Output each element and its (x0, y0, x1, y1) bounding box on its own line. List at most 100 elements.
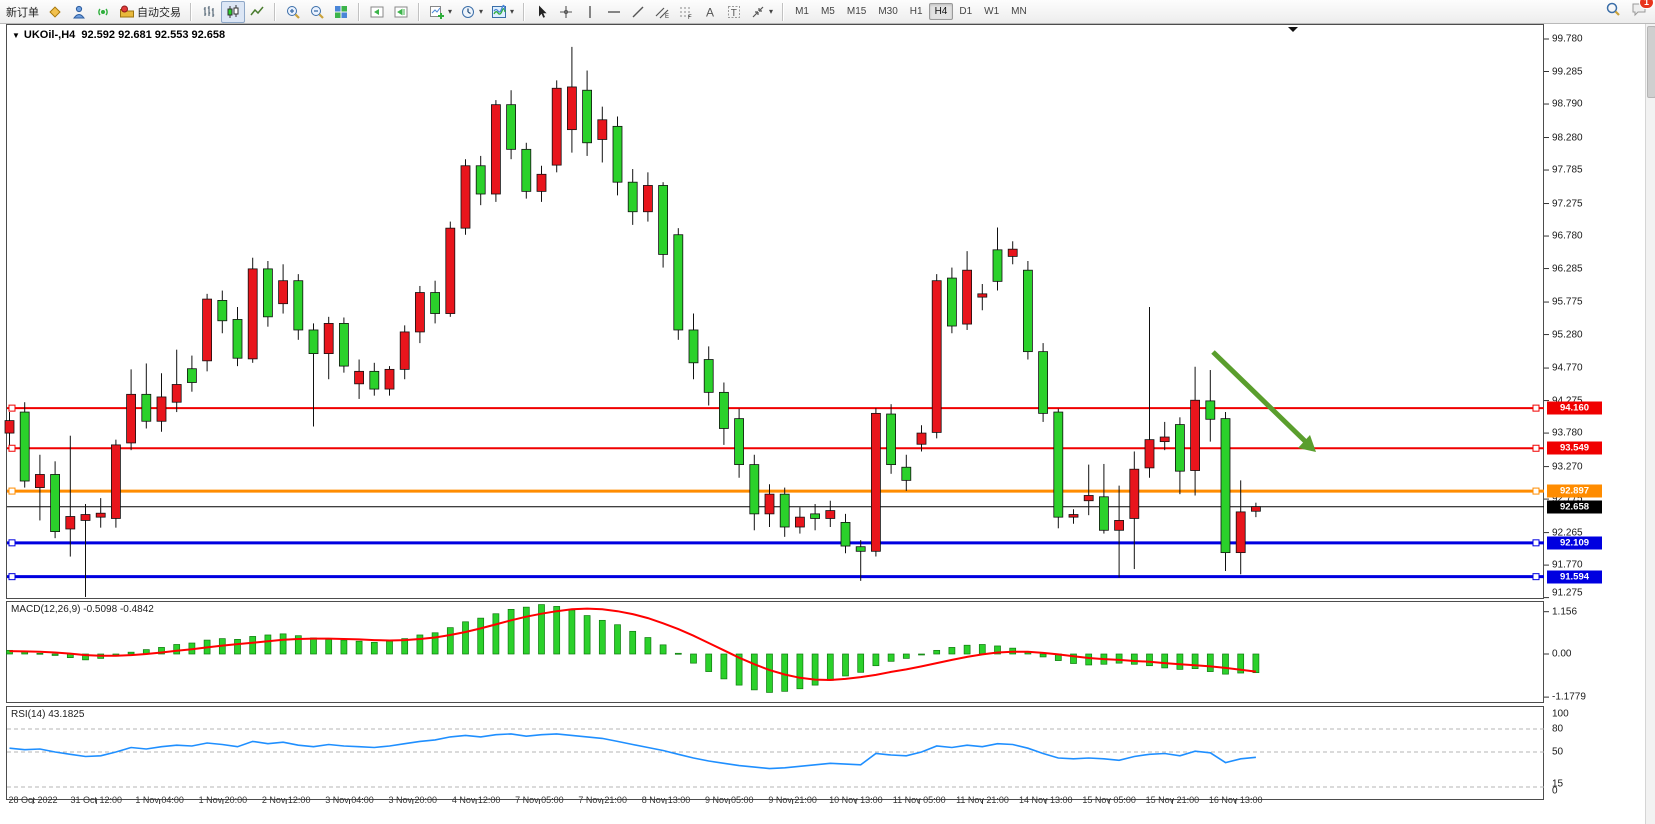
hline-icon (606, 4, 622, 20)
vertical-line-button[interactable] (578, 1, 602, 23)
macd-tick-label: 0.00 (1552, 649, 1571, 660)
auto-trading-button[interactable]: 自动交易 (115, 1, 185, 23)
bar-chart-button[interactable] (197, 1, 221, 23)
tf-m15[interactable]: M15 (841, 3, 872, 20)
bar-icon (201, 4, 217, 20)
text-label-button[interactable]: T (722, 1, 746, 23)
tf-h1[interactable]: H1 (904, 3, 929, 20)
zoom-in-button[interactable] (281, 1, 305, 23)
cursor-icon (534, 4, 550, 20)
periods-button[interactable]: ▾ (456, 1, 487, 23)
robot-icon (119, 4, 135, 20)
rsi-label: RSI(14) 43.1825 (11, 709, 84, 720)
rsi-pane[interactable] (6, 706, 1544, 800)
price-tick-label: 97.275 (1552, 198, 1583, 209)
autoscroll-icon (369, 4, 385, 20)
price-tick-label: 94.770 (1552, 363, 1583, 374)
toolbar-separator (190, 3, 192, 21)
time-axis-label: 9 Nov 05:00 (705, 795, 754, 805)
dropdown-caret-icon[interactable]: ▾ (448, 7, 452, 16)
notifications-icon[interactable]: 1 (1631, 1, 1647, 22)
macd-pane[interactable] (6, 601, 1544, 703)
button-label: M15 (847, 6, 866, 17)
templates-button[interactable]: ▾ (487, 1, 518, 23)
time-axis-label: 1 Nov 20:00 (199, 795, 248, 805)
tf-m5[interactable]: M5 (815, 3, 841, 20)
trendline-button[interactable] (626, 1, 650, 23)
price-tick-label: 93.270 (1552, 461, 1583, 472)
price-tick-label: 96.780 (1552, 231, 1583, 242)
fibonacci-button[interactable]: F (674, 1, 698, 23)
search-icon[interactable] (1605, 1, 1621, 22)
scrollbar-thumb[interactable] (1647, 26, 1655, 98)
tf-h4[interactable]: H4 (929, 3, 954, 20)
price-badge-93.549: 93.549 (1547, 442, 1602, 455)
price-badge-94.160: 94.160 (1547, 402, 1602, 415)
toolbar-group: 新订单 自动交易 (0, 0, 187, 23)
vline-icon (582, 4, 598, 20)
tf-mn[interactable]: MN (1005, 3, 1033, 20)
button-label: M5 (821, 6, 835, 17)
toolbar-group: ▾ ▾ ▾ (423, 0, 520, 23)
clock-icon (460, 4, 476, 20)
auto-scroll-button[interactable] (365, 1, 389, 23)
channel-icon: E (654, 4, 670, 20)
dropdown-caret-icon[interactable]: ▾ (769, 7, 773, 16)
toolbar-group: M1 M5 M15 M30 H1 H4D1W1MN (787, 0, 1035, 23)
market-depth-icon[interactable] (43, 1, 67, 23)
time-axis-label: 1 Nov 04:00 (135, 795, 184, 805)
candlestick-button[interactable] (221, 1, 245, 23)
price-tick-label: 99.285 (1552, 66, 1583, 77)
zoom-out-button[interactable] (305, 1, 329, 23)
tf-w1[interactable]: W1 (978, 3, 1005, 20)
tf-m30[interactable]: M30 (872, 3, 903, 20)
line-chart-button[interactable] (245, 1, 269, 23)
time-axis-label: 7 Nov 05:00 (515, 795, 564, 805)
price-badge-91.594: 91.594 (1547, 570, 1602, 583)
tile-windows-button[interactable] (329, 1, 353, 23)
chart-symbol-title[interactable]: ▼UKOil-,H4 92.592 92.681 92.553 92.658 (12, 29, 225, 41)
letterA-icon: A (702, 4, 718, 20)
candle-icon (225, 4, 241, 20)
price-tick-label: 99.780 (1552, 34, 1583, 45)
button-label: H1 (910, 6, 923, 17)
tf-d1[interactable]: D1 (953, 3, 978, 20)
diamond-icon (47, 4, 63, 20)
crosshair-button[interactable] (554, 1, 578, 23)
button-label: 新订单 (6, 4, 39, 20)
notification-badge: 1 (1639, 0, 1654, 9)
fib-icon: F (678, 4, 694, 20)
horizontal-line-button[interactable] (602, 1, 626, 23)
price-tick-label: 93.780 (1552, 428, 1583, 439)
toolbar-group: E F AT ▾ (528, 0, 779, 23)
chart-shift-button[interactable] (389, 1, 413, 23)
price-tick-label: 98.790 (1552, 99, 1583, 110)
shift-icon (393, 4, 409, 20)
dropdown-caret-icon[interactable]: ▾ (479, 7, 483, 16)
toolbar-separator (782, 3, 784, 21)
equidistant-channel-button[interactable]: E (650, 1, 674, 23)
arrows-button[interactable]: ▾ (746, 1, 777, 23)
svg-text:A: A (706, 5, 714, 19)
tf-m1[interactable]: M1 (789, 3, 815, 20)
macd-tick-label: 1.156 (1552, 606, 1577, 617)
terminal-icon[interactable] (67, 1, 91, 23)
time-axis-label: 14 Nov 13:00 (1019, 795, 1073, 805)
chevron-down-icon: ▼ (12, 31, 20, 40)
dropdown-caret-icon[interactable]: ▾ (510, 7, 514, 16)
new-order-button[interactable]: 新订单 (2, 1, 43, 23)
time-axis-label: 3 Nov 04:00 (325, 795, 374, 805)
button-label: M30 (878, 6, 897, 17)
text-button[interactable]: A (698, 1, 722, 23)
time-axis-label: 15 Nov 21:00 (1146, 795, 1200, 805)
time-axis-label: 7 Nov 21:00 (578, 795, 627, 805)
toolbar-group (279, 0, 355, 23)
price-tick-label: 98.280 (1552, 132, 1583, 143)
svg-text:F: F (688, 15, 692, 20)
main-chart-pane[interactable] (6, 24, 1544, 599)
time-axis-label: 8 Nov 13:00 (642, 795, 691, 805)
cursor-button[interactable] (530, 1, 554, 23)
signal-icon[interactable] (91, 1, 115, 23)
indicators-button[interactable]: ▾ (425, 1, 456, 23)
vertical-scrollbar[interactable] (1645, 24, 1655, 824)
